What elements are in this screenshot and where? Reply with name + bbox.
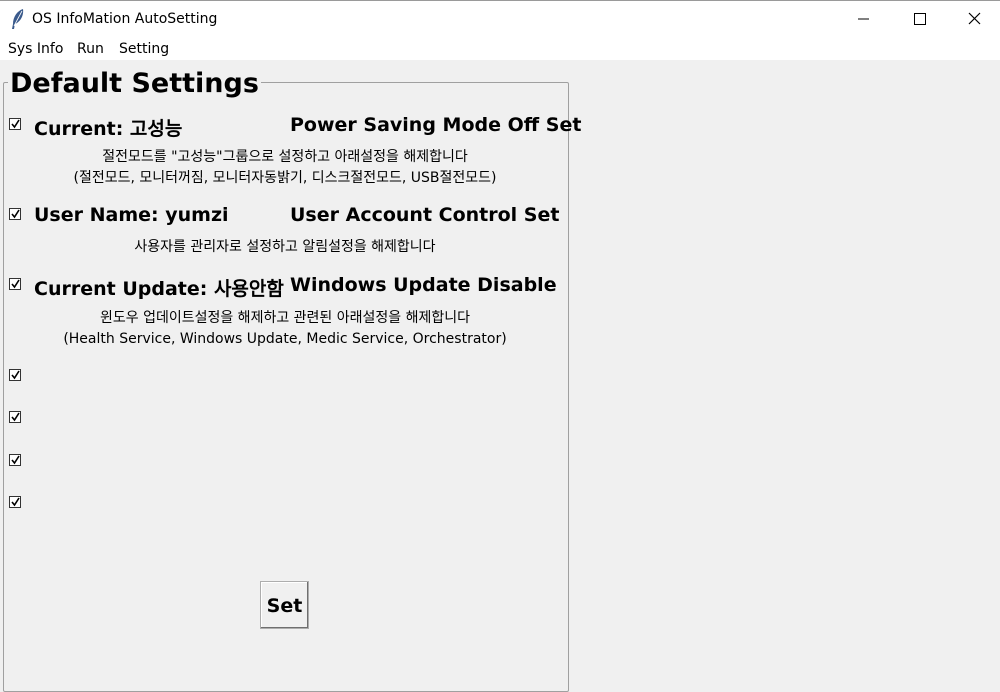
power-saving-desc-line1: 절전모드를 "고성능"그룹으로 설정하고 아래설정을 해제합니다 [102,149,468,165]
checkmark-icon [11,497,20,507]
extra-checkbox-2[interactable] [9,411,21,423]
close-button[interactable] [952,1,998,37]
minimize-icon [858,18,869,20]
power-saving-checkbox[interactable] [9,118,21,130]
menu-sys-info[interactable]: Sys Info [8,41,63,57]
user-account-desc-line1: 사용자를 관리자로 설정하고 알림설정을 해제합니다 [134,239,436,255]
windows-update-desc-line1: 윈도우 업데이트설정을 해제하고 관련된 아래설정을 해제합니다 [99,310,470,326]
maximize-icon [914,13,926,25]
feather-icon [12,9,24,29]
minimize-button[interactable] [840,1,886,37]
windows-update-checkbox[interactable] [9,278,21,290]
power-saving-desc-line2: (절전모드, 모니터꺼짐, 모니터자동밝기, 디스크절전모드, USB절전모드) [73,170,497,186]
window-title: OS InfoMation AutoSetting [32,11,218,27]
current-update-label: Current Update: 사용안함 [34,278,284,300]
set-button[interactable]: Set [260,581,309,629]
close-icon [968,12,981,25]
user-name-label: User Name: yumzi [34,204,229,226]
checkmark-icon [11,455,20,465]
windows-update-desc-line2: (Health Service, Windows Update, Medic S… [63,331,507,347]
checkmark-icon [11,370,20,380]
checkmark-icon [11,209,20,219]
user-account-checkbox[interactable] [9,208,21,220]
current-power-label: Current: 고성능 [34,118,183,140]
menu-run[interactable]: Run [77,41,104,57]
extra-checkbox-1[interactable] [9,369,21,381]
menu-bar: Sys Info Run Setting [0,37,1000,60]
checkmark-icon [11,119,20,129]
extra-checkbox-3[interactable] [9,454,21,466]
windows-update-action-label: Windows Update Disable [290,274,557,296]
extra-checkbox-4[interactable] [9,496,21,508]
power-saving-action-label: Power Saving Mode Off Set [290,114,582,136]
title-bar: OS InfoMation AutoSetting [0,0,1000,37]
checkmark-icon [11,279,20,289]
user-account-action-label: User Account Control Set [290,204,560,226]
checkmark-icon [11,412,20,422]
group-title: Default Settings [8,68,261,99]
maximize-button[interactable] [896,1,942,37]
menu-setting[interactable]: Setting [119,41,169,57]
